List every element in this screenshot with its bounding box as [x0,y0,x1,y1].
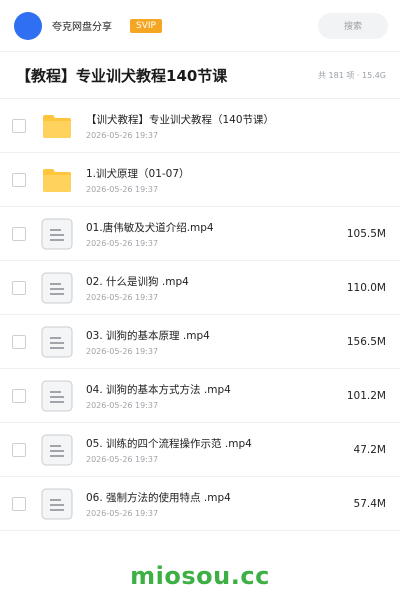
avatar[interactable] [14,11,42,40]
select-checkbox[interactable] [12,118,26,133]
file-name: 06. 强制方法的使用特点 .mp4 [86,491,231,504]
select-checkbox[interactable] [12,172,26,187]
folder-icon [40,163,74,197]
brand-name: 夸克网盘分享 [52,22,112,33]
document-icon [40,433,74,467]
select-checkbox[interactable] [12,226,26,241]
file-date: 2026-05-26 19:37 [86,400,159,410]
svip-badge[interactable]: SVIP [130,18,162,33]
list-item[interactable]: 05. 训练的四个流程操作示范 .mp4 2026-05-26 19:37 47… [0,423,400,477]
app-header: 夸克网盘分享 SVIP 搜索 [0,0,400,52]
file-date: 2026-05-26 19:37 [86,508,159,518]
folder-meta: 共 181 项 · 15.4G [318,71,386,80]
page-title: 【教程】专业训犬教程140节课 [16,67,228,85]
document-icon [40,217,74,251]
file-date: 2026-05-26 19:37 [86,346,159,356]
file-date: 2026-05-26 19:37 [86,238,159,248]
document-icon [40,487,74,521]
select-checkbox[interactable] [12,334,26,349]
list-item[interactable]: 03. 训狗的基本原理 .mp4 2026-05-26 19:37 156.5M [0,315,400,369]
select-checkbox[interactable] [12,280,26,295]
file-size: 110.0M [346,281,386,294]
folder-icon [40,109,74,143]
document-icon [40,379,74,413]
list-item[interactable]: 02. 什么是训狗 .mp4 2026-05-26 19:37 110.0M [0,261,400,315]
search-label: 搜索 [343,22,362,32]
select-checkbox[interactable] [12,388,26,403]
file-name: 1.训犬原理（01-07） [86,167,190,180]
file-size: 47.2M [353,443,386,456]
file-size: 156.5M [346,335,386,348]
document-icon [40,271,74,305]
file-list: 【训犬教程】专业训犬教程（140节课） 2026-05-26 19:37 1.训… [0,99,400,531]
file-name: 04. 训狗的基本方式方法 .mp4 [86,383,231,396]
list-item[interactable]: 04. 训狗的基本方式方法 .mp4 2026-05-26 19:37 101.… [0,369,400,423]
list-item[interactable]: 01.唐伟敏及犬道介绍.mp4 2026-05-26 19:37 105.5M [0,207,400,261]
file-name: 02. 什么是训狗 .mp4 [86,275,189,288]
file-date: 2026-05-26 19:37 [86,130,159,140]
file-date: 2026-05-26 19:37 [86,184,159,194]
select-checkbox[interactable] [12,496,26,511]
list-item[interactable]: 06. 强制方法的使用特点 .mp4 2026-05-26 19:37 57.4… [0,477,400,531]
file-date: 2026-05-26 19:37 [86,292,159,302]
file-name: 03. 训狗的基本原理 .mp4 [86,329,210,342]
file-date: 2026-05-26 19:37 [86,454,159,464]
list-item[interactable]: 1.训犬原理（01-07） 2026-05-26 19:37 [0,153,400,207]
folder-title-bar: 【教程】专业训犬教程140节课 共 181 项 · 15.4G [0,53,400,99]
search-button[interactable]: 搜索 [318,12,388,39]
file-name: 05. 训练的四个流程操作示范 .mp4 [86,437,252,450]
select-checkbox[interactable] [12,442,26,457]
file-size: 101.2M [346,389,386,402]
list-item[interactable]: 【训犬教程】专业训犬教程（140节课） 2026-05-26 19:37 [0,99,400,153]
file-size: 57.4M [353,497,386,510]
file-name: 【训犬教程】专业训犬教程（140节课） [86,113,275,126]
file-name: 01.唐伟敏及犬道介绍.mp4 [86,221,214,234]
document-icon [40,325,74,359]
watermark: miosou.cc [130,562,270,590]
file-size: 105.5M [346,227,386,240]
